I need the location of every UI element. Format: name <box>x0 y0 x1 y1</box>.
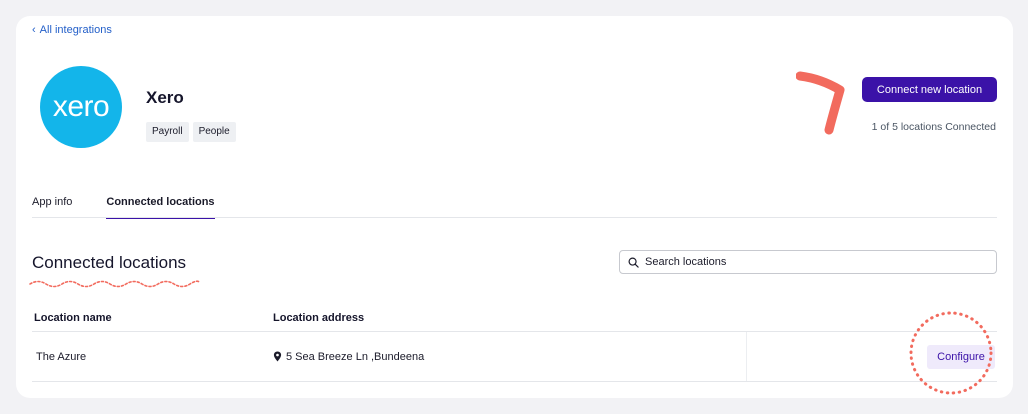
header-location-address: Location address <box>273 311 365 324</box>
search-icon <box>628 257 639 268</box>
configure-button[interactable]: Configure <box>927 345 995 369</box>
table-header: Location name Location address <box>32 304 997 332</box>
table-row: The Azure 5 Sea Breeze Ln ,Bundeena Conf… <box>32 332 997 382</box>
back-link-label: All integrations <box>39 24 112 36</box>
location-pin-icon <box>273 351 282 362</box>
column-divider <box>746 332 747 381</box>
connected-count: 1 of 5 locations Connected <box>871 121 996 133</box>
search-input[interactable] <box>645 256 985 268</box>
xero-logo: xero <box>40 66 122 148</box>
app-name: Xero <box>146 88 184 107</box>
integration-card: ‹ All integrations xero Xero Payroll Peo… <box>16 16 1013 398</box>
tab-connected-locations[interactable]: Connected locations <box>106 192 215 219</box>
tag-payroll: Payroll <box>146 122 189 142</box>
connect-new-location-button[interactable]: Connect new location <box>862 77 997 102</box>
row-location-address: 5 Sea Breeze Ln ,Bundeena <box>273 351 745 363</box>
logo-text: xero <box>52 90 110 123</box>
address-text: 5 Sea Breeze Ln ,Bundeena <box>286 350 425 363</box>
squiggle-annotation <box>29 280 201 288</box>
tab-bar: App info Connected locations <box>32 192 997 219</box>
tab-app-info[interactable]: App info <box>32 192 72 218</box>
tag-people: People <box>192 122 236 142</box>
search-box[interactable] <box>619 250 997 274</box>
locations-table: Location name Location address The Azure… <box>32 304 997 382</box>
app-tags: Payroll People <box>146 122 236 142</box>
chevron-left-icon: ‹ <box>32 24 36 36</box>
back-link-all-integrations[interactable]: ‹ All integrations <box>32 24 112 36</box>
row-location-name: The Azure <box>36 350 87 363</box>
header-location-name: Location name <box>34 311 112 324</box>
section-title: Connected locations <box>32 253 187 272</box>
